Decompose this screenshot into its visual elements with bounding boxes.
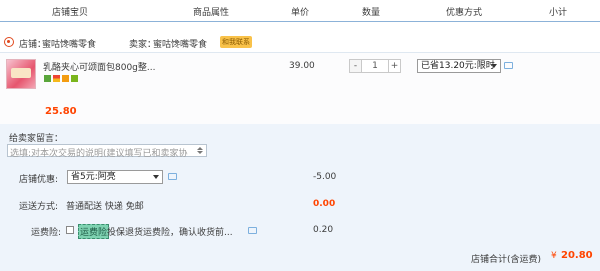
column-unit-price: 单价 [291,8,310,18]
scroll-down-icon[interactable] [197,151,203,154]
store-coupon-select[interactable]: 省5元:阿亮 [67,170,163,184]
item-discount-select[interactable]: 已省13.20元:限时 [417,59,501,73]
store-coupon-amount: -5.00 [313,172,337,182]
shipping-amount: 0.00 [313,199,336,209]
column-discount: 优惠方式 [446,8,483,18]
seller-name-link[interactable]: 蜜咕馋嘴零食 [153,37,207,50]
guarantee-icon [53,75,60,82]
column-subtotal: 小计 [549,8,568,18]
contact-seller-badge[interactable]: 和我联系 [220,36,252,48]
freight-insurance-amount: 0.20 [313,225,334,235]
shipping-method: 普通配送 快递 免邮 [66,202,144,212]
seven-day-return-icon [44,75,51,82]
freight-insurance-label: 运费险: [31,228,62,238]
certified-icon [71,75,78,82]
message-input[interactable]: 选填:对本次交易的说明(建议填写已和卖家协 [7,144,207,159]
quantity-stepper: - 1 + [349,59,401,73]
store-total-label: 店铺合计(含运费) [471,255,542,265]
decrease-quantity-button[interactable]: - [349,59,362,73]
quantity-input[interactable]: 1 [362,59,388,73]
credit-card-icon [62,75,69,82]
chevron-down-icon [491,64,497,68]
scroll-up-icon[interactable] [197,147,203,150]
seller-label: 卖家： [129,40,157,50]
cart-header: 店铺宝贝 商品属性 单价 数量 优惠方式 小计 [0,0,600,22]
product-thumbnail[interactable] [6,59,36,89]
column-store-item: 店铺宝贝 [52,8,89,18]
increase-quantity-button[interactable]: + [388,59,401,73]
message-label: 给卖家留言： [9,134,64,144]
chevron-down-icon [153,175,159,179]
store-row: 店铺： 蜜咕馋嘴零食 卖家： 蜜咕馋嘴零食 和我联系 [0,30,600,52]
store-coupon-label: 店铺优惠: [19,175,59,185]
store-icon [4,37,14,47]
comment-icon[interactable] [248,227,257,234]
item-discount-value: 已省13.20元:限时 [421,61,495,71]
column-attributes: 商品属性 [193,8,230,18]
freight-insurance-tag: 运费险 [78,224,110,239]
product-title-link[interactable]: 乳酪夹心可颂面包800g整... [43,60,155,73]
store-total-currency: ¥ [551,251,557,261]
freight-insurance-description: 投保退货运费险，确认收货前... [107,228,233,238]
comment-icon[interactable] [504,62,513,69]
column-quantity: 数量 [362,8,381,18]
message-placeholder: 选填:对本次交易的说明(建议填写已和卖家协 [10,149,188,159]
store-coupon-value: 省5元:阿亮 [71,172,116,182]
unit-price: 39.00 [289,61,315,71]
item-subtotal: 25.80 [45,106,77,117]
store-total-amount: 20.80 [561,250,593,261]
comment-icon[interactable] [168,173,177,180]
freight-insurance-checkbox[interactable] [66,226,74,234]
store-name-link[interactable]: 蜜咕馋嘴零食 [42,37,96,50]
shipping-label: 运送方式: [19,202,59,212]
